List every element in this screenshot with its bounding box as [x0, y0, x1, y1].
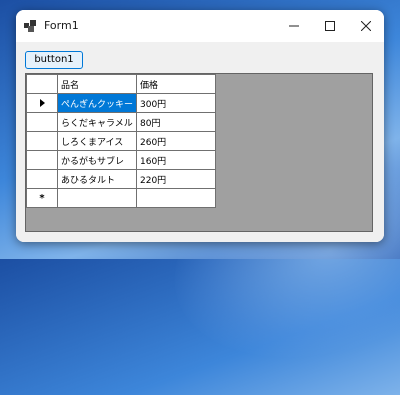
- minimize-icon: [289, 25, 299, 27]
- row-header[interactable]: [26, 131, 58, 151]
- maximize-icon: [325, 21, 335, 31]
- winforms-app-icon: [24, 20, 36, 32]
- close-button[interactable]: [348, 10, 384, 42]
- cell-name[interactable]: ぺんぎんクッキー: [57, 93, 137, 113]
- cell-price[interactable]: 260円: [136, 131, 216, 151]
- new-row-cell-name[interactable]: [57, 188, 137, 208]
- form-client-area: button1 品名 価格 ぺんぎんクッキー 300円 らくだキャラメル 80円…: [16, 42, 384, 242]
- close-icon: [361, 21, 371, 31]
- table-row[interactable]: ぺんぎんクッキー 300円: [26, 93, 216, 113]
- table-row[interactable]: かるがもサブレ 160円: [26, 150, 216, 170]
- window-title: Form1: [44, 19, 79, 32]
- table-row[interactable]: あひるタルト 220円: [26, 169, 216, 189]
- minimize-button[interactable]: [276, 10, 312, 42]
- new-row-asterisk-icon: *: [39, 192, 45, 204]
- table-row[interactable]: しろくまアイス 260円: [26, 131, 216, 151]
- column-header-name[interactable]: 品名: [57, 74, 137, 94]
- data-grid-table: 品名 価格 ぺんぎんクッキー 300円 らくだキャラメル 80円 しろくまアイス…: [26, 74, 216, 208]
- top-left-header-cell[interactable]: [26, 74, 58, 94]
- cell-price[interactable]: 220円: [136, 169, 216, 189]
- cell-price[interactable]: 160円: [136, 150, 216, 170]
- row-header[interactable]: [26, 112, 58, 132]
- header-row: 品名 価格: [26, 74, 216, 94]
- column-header-price[interactable]: 価格: [136, 74, 216, 94]
- button1[interactable]: button1: [25, 51, 83, 69]
- data-grid-view[interactable]: 品名 価格 ぺんぎんクッキー 300円 らくだキャラメル 80円 しろくまアイス…: [25, 73, 373, 232]
- cell-price[interactable]: 80円: [136, 112, 216, 132]
- cell-price[interactable]: 300円: [136, 93, 216, 113]
- form1-window: Form1 button1 品名 価格 ぺんぎんクッキー 300円 らくだキャラ…: [16, 10, 384, 242]
- new-row[interactable]: *: [26, 188, 216, 208]
- maximize-button[interactable]: [312, 10, 348, 42]
- title-bar[interactable]: Form1: [16, 10, 384, 42]
- current-row-arrow-icon: [39, 98, 45, 107]
- row-header[interactable]: [26, 150, 58, 170]
- cell-name[interactable]: らくだキャラメル: [57, 112, 137, 132]
- cell-name[interactable]: しろくまアイス: [57, 131, 137, 151]
- cell-name[interactable]: かるがもサブレ: [57, 150, 137, 170]
- cell-name[interactable]: あひるタルト: [57, 169, 137, 189]
- row-header[interactable]: [26, 169, 58, 189]
- table-row[interactable]: らくだキャラメル 80円: [26, 112, 216, 132]
- new-row-header[interactable]: *: [26, 188, 58, 208]
- row-header[interactable]: [26, 93, 58, 113]
- new-row-cell-price[interactable]: [136, 188, 216, 208]
